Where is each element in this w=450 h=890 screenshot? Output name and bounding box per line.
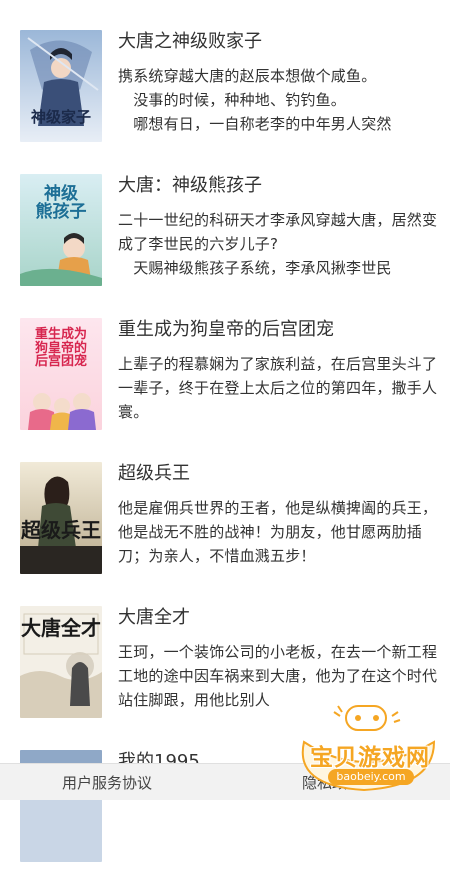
book-cover-child-icon[interactable]: 神级 熊孩子 (20, 174, 102, 286)
book-title[interactable]: 大唐之神级败家子 (118, 30, 438, 54)
watermark-url: baobeiy.com (328, 769, 414, 785)
book-item[interactable]: 神级家子 大唐之神级败家子 携系统穿越大唐的赵辰本想做个咸鱼。 没事的时候，种种… (0, 30, 450, 170)
terms-of-service-link[interactable]: 用户服务协议 (62, 772, 152, 793)
site-watermark: 宝贝游戏网 baobeiy.com (284, 702, 444, 792)
book-cover-calligraphy-icon[interactable]: 大唐全才 (20, 606, 102, 718)
book-title[interactable]: 大唐：神级熊孩子 (118, 174, 438, 198)
book-cover-soldier-icon[interactable]: 超级兵王 (20, 462, 102, 574)
book-item[interactable]: 超级兵王 超级兵王 他是雇佣兵世界的王者，他是纵横捭阖的兵王，他是战无不胜的战神… (0, 462, 450, 602)
book-item[interactable]: 神级 熊孩子 大唐：神级熊孩子 二十一世纪的科研天才李承风穿越大唐，居然变成了李世… (0, 174, 450, 314)
book-description: 携系统穿越大唐的赵辰本想做个咸鱼。 没事的时候，种种地、钓钓鱼。 哪想有日，一自… (118, 67, 392, 133)
book-description: 上辈子的程慕娴为了家族利益，在后宫里头斗了一辈子，终于在登上太后之位的第四年，撒… (118, 355, 438, 421)
book-description: 他是雇佣兵世界的王者，他是纵横捭阖的兵王，他是战无不胜的战神！为朋友，他甘愿两肋… (118, 499, 438, 565)
book-title[interactable]: 超级兵王 (118, 462, 438, 486)
book-cover-palace-icon[interactable]: 重生成为 狗皇帝的 后宫团宠 (20, 318, 102, 430)
book-cover-swordsman-icon[interactable]: 神级家子 (20, 30, 102, 142)
book-description: 二十一世纪的科研天才李承风穿越大唐，居然变成了李世民的六岁儿子? 天赐神级熊孩子… (118, 211, 438, 277)
book-title[interactable]: 大唐全才 (118, 606, 438, 630)
watermark-text: 宝贝游戏网 (310, 745, 430, 771)
book-item[interactable]: 重生成为 狗皇帝的 后宫团宠 重生成为狗皇帝的后宫团宠 上辈子的程慕娴为了家族利益，… (0, 318, 450, 458)
book-title[interactable]: 重生成为狗皇帝的后宫团宠 (118, 318, 438, 342)
